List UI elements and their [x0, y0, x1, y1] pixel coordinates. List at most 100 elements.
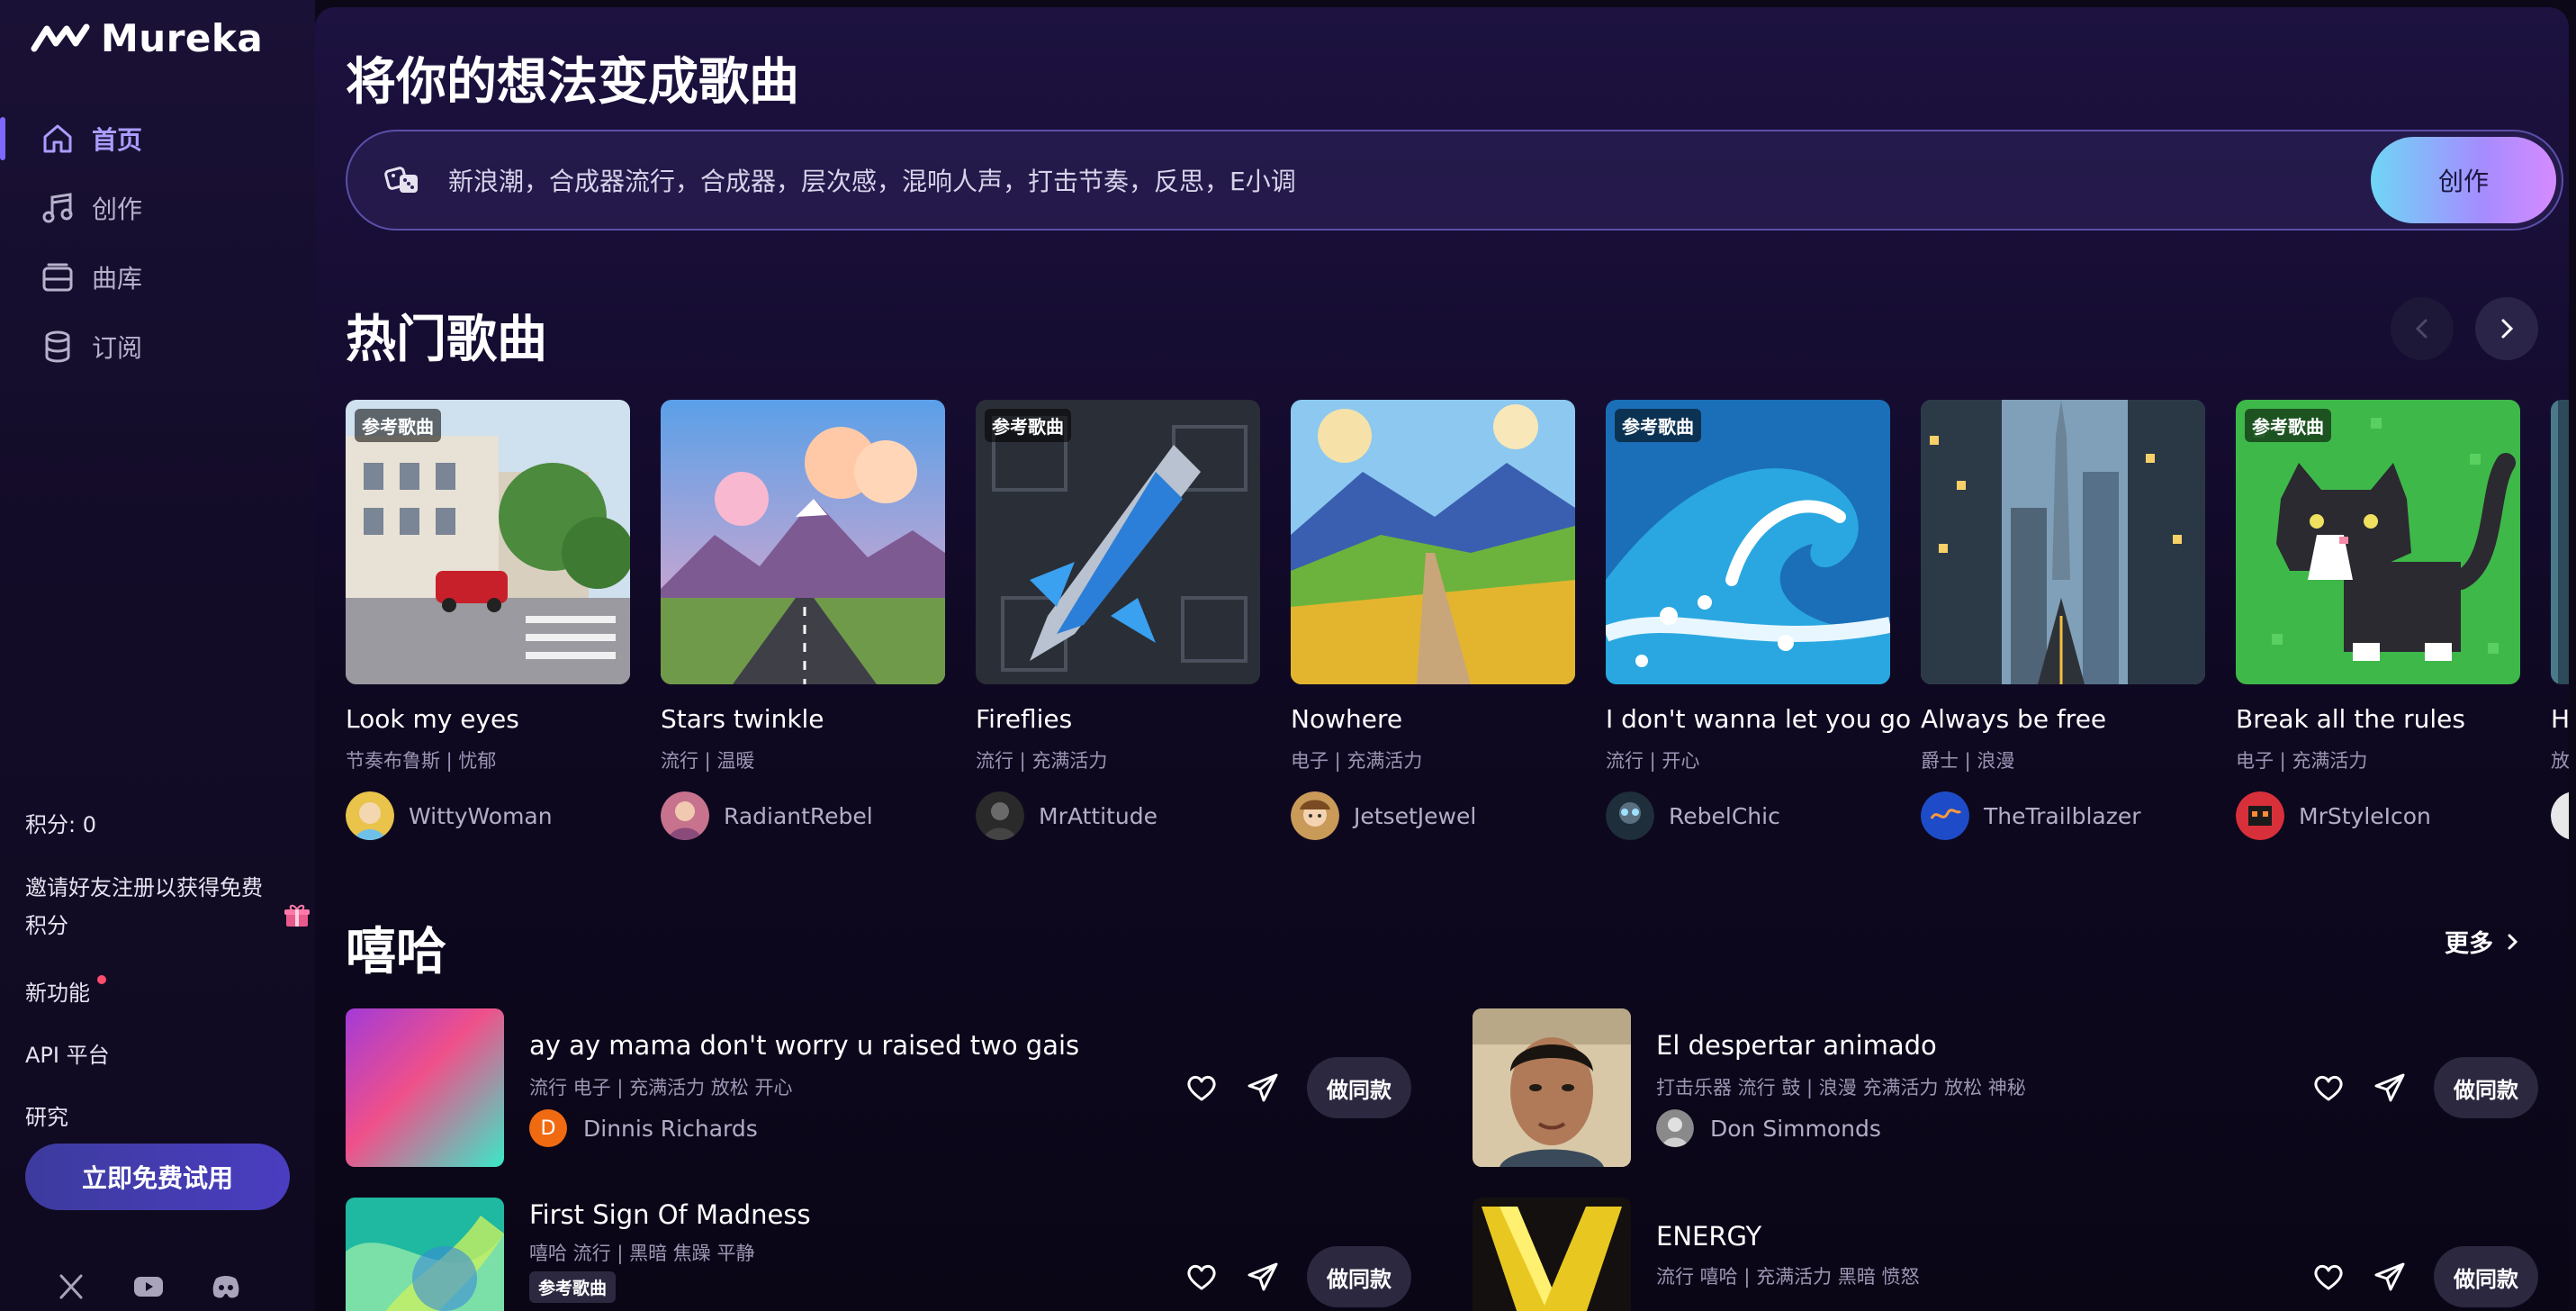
- song-row[interactable]: First Sign Of Madness 嘻哈 流行 | 黑暗 焦躁 平静 参…: [346, 1198, 1411, 1311]
- reference-tag: 参考歌曲: [985, 409, 1071, 442]
- song-author[interactable]: D Dinnis Richards: [529, 1109, 758, 1147]
- song-card[interactable]: 参考歌曲 Break all the rules 电子 | 充满活力 MrSty…: [2236, 400, 2520, 840]
- carousel-nav: [2391, 297, 2538, 360]
- author-name: MrAttitude: [1039, 802, 1157, 829]
- nav-item-subscription[interactable]: 订阅: [0, 320, 315, 374]
- avatar: [1291, 791, 1339, 840]
- subscription-icon: [45, 330, 70, 363]
- song-title[interactable]: Stars twinkle: [661, 704, 945, 734]
- song-title[interactable]: Always be free: [1921, 704, 2205, 734]
- song-author[interactable]: Don Simmonds: [1656, 1109, 1881, 1147]
- youtube-icon[interactable]: [133, 1273, 164, 1300]
- song-card[interactable]: 参考歌曲 I don't wanna let you go 流行 | 开心 Re…: [1606, 400, 1911, 840]
- heart-icon[interactable]: [1184, 1071, 1219, 1105]
- song-title[interactable]: Fireflies: [976, 704, 1260, 734]
- song-cover[interactable]: 参考歌曲: [2236, 400, 2520, 684]
- song-card[interactable]: H 放: [2551, 400, 2569, 840]
- author-name: WittyWoman: [409, 802, 553, 829]
- prompt-input[interactable]: 新浪潮，合成器流行，合成器，层次感，混响人声，打击节奏，反思，E小调 创作: [346, 130, 2563, 231]
- cover-pixel-cat-image: [2236, 400, 2520, 684]
- prompt-text[interactable]: 新浪潮，合成器流行，合成器，层次感，混响人声，打击节奏，反思，E小调: [448, 162, 2371, 198]
- heart-icon[interactable]: [2311, 1071, 2346, 1105]
- song-cover[interactable]: [1473, 1198, 1631, 1311]
- share-icon[interactable]: [2373, 1260, 2407, 1294]
- song-author[interactable]: WittyWoman: [346, 791, 630, 840]
- song-author[interactable]: MrAttitude: [976, 791, 1260, 840]
- share-icon[interactable]: [2373, 1071, 2407, 1105]
- song-cover[interactable]: [346, 1198, 504, 1311]
- song-title[interactable]: First Sign Of Madness: [529, 1199, 811, 1230]
- nav-item-home[interactable]: 首页: [0, 112, 315, 166]
- nav-item-library[interactable]: 曲库: [0, 250, 315, 304]
- nav-item-create[interactable]: 创作: [0, 181, 315, 235]
- song-card[interactable]: Always be free 爵士 | 浪漫 TheTrailblazer: [1921, 400, 2205, 840]
- carousel-prev-button[interactable]: [2391, 297, 2454, 360]
- song-title[interactable]: ENERGY: [1656, 1221, 1761, 1252]
- song-cover[interactable]: [346, 1008, 504, 1167]
- song-title[interactable]: H: [2551, 704, 2569, 734]
- song-author[interactable]: RadiantRebel: [661, 791, 945, 840]
- author-name: MrStyleIcon: [2299, 802, 2431, 829]
- song-cover[interactable]: [1291, 400, 1575, 684]
- song-cover[interactable]: 参考歌曲: [346, 400, 630, 684]
- song-card[interactable]: 参考歌曲 Fireflies 流行 | 充满活力 MrAttitude: [976, 400, 1260, 840]
- share-icon[interactable]: [1246, 1071, 1280, 1105]
- song-cover[interactable]: [2551, 400, 2569, 684]
- heart-icon[interactable]: [2311, 1260, 2346, 1294]
- more-link[interactable]: 更多: [2445, 924, 2522, 959]
- share-icon[interactable]: [1246, 1260, 1280, 1294]
- make-similar-button[interactable]: 做同款: [1307, 1057, 1411, 1118]
- research-link[interactable]: 研究: [25, 1099, 313, 1131]
- song-row[interactable]: ENERGY 流行 嘻哈 | 充满活力 黑暗 愤怒 做同款: [1473, 1198, 2538, 1311]
- x-twitter-icon[interactable]: [56, 1273, 86, 1300]
- free-trial-button[interactable]: 立即免费试用: [25, 1144, 290, 1210]
- api-platform-link[interactable]: API 平台: [25, 1037, 313, 1069]
- invite-text: 邀请好友注册以获得免费积分: [25, 875, 263, 938]
- song-title[interactable]: ay ay mama don't worry u raised two gais: [529, 1030, 1079, 1061]
- song-row[interactable]: El despertar animado 打击乐器 流行 鼓 | 浪漫 充满活力…: [1473, 1008, 2538, 1167]
- social-links: [56, 1273, 241, 1300]
- cover-city-image: [1921, 400, 2205, 684]
- song-row[interactable]: ay ay mama don't worry u raised two gais…: [346, 1008, 1411, 1167]
- create-button[interactable]: 创作: [2371, 137, 2556, 223]
- song-cover[interactable]: 参考歌曲: [1606, 400, 1890, 684]
- song-title[interactable]: El despertar animado: [1656, 1030, 1937, 1061]
- song-tags: 放: [2551, 750, 2569, 772]
- song-card[interactable]: Nowhere 电子 | 充满活力 JetsetJewel: [1291, 400, 1575, 840]
- discord-icon[interactable]: [211, 1273, 241, 1300]
- author-name: TheTrailblazer: [1984, 802, 2141, 829]
- make-similar-button[interactable]: 做同款: [2434, 1246, 2538, 1307]
- song-title[interactable]: Nowhere: [1291, 704, 1575, 734]
- cover-energy-letter-image: [1473, 1198, 1631, 1311]
- library-icon: [42, 263, 73, 292]
- song-author[interactable]: [2551, 791, 2569, 840]
- dice-random-icon[interactable]: [383, 160, 423, 200]
- main-nav: 首页 创作 曲库 订阅: [0, 112, 315, 389]
- carousel-next-button[interactable]: [2475, 297, 2538, 360]
- song-cover[interactable]: [1473, 1008, 1631, 1167]
- song-author[interactable]: MrStyleIcon: [2236, 791, 2520, 840]
- new-features-link[interactable]: 新功能: [25, 975, 313, 1007]
- song-title[interactable]: I don't wanna let you go: [1606, 704, 1911, 734]
- main-content: 将你的想法变成歌曲 新浪潮，合成器流行，合成器，层次感，混响人声，打击节奏，反思…: [315, 7, 2569, 1311]
- make-similar-button[interactable]: 做同款: [1307, 1246, 1411, 1307]
- song-author[interactable]: TheTrailblazer: [1921, 791, 2205, 840]
- song-cover[interactable]: 参考歌曲: [976, 400, 1260, 684]
- song-tags: 流行 电子 | 充满活力 放松 开心: [529, 1077, 793, 1099]
- song-card[interactable]: Stars twinkle 流行 | 温暖 RadiantRebel: [661, 400, 945, 840]
- points-label: 积分: 0: [25, 812, 96, 837]
- invite-link[interactable]: 邀请好友注册以获得免费积分: [25, 869, 313, 945]
- song-tags: 嘻哈 流行 | 黑暗 焦躁 平静: [529, 1243, 755, 1264]
- chevron-left-icon: [2415, 319, 2427, 339]
- song-author[interactable]: RebelChic: [1606, 791, 1890, 840]
- song-title[interactable]: Break all the rules: [2236, 704, 2520, 734]
- heart-icon[interactable]: [1184, 1260, 1219, 1294]
- song-cover[interactable]: [1921, 400, 2205, 684]
- make-similar-button[interactable]: 做同款: [2434, 1057, 2538, 1118]
- song-title[interactable]: Look my eyes: [346, 704, 630, 734]
- cover-street-image: [346, 400, 630, 684]
- song-author[interactable]: JetsetJewel: [1291, 791, 1575, 840]
- song-card[interactable]: 参考歌曲 Look my eyes 节奏布鲁斯 | 忧郁 WittyWoman: [346, 400, 630, 840]
- song-cover[interactable]: [661, 400, 945, 684]
- mureka-logo[interactable]: Mureka: [31, 14, 263, 61]
